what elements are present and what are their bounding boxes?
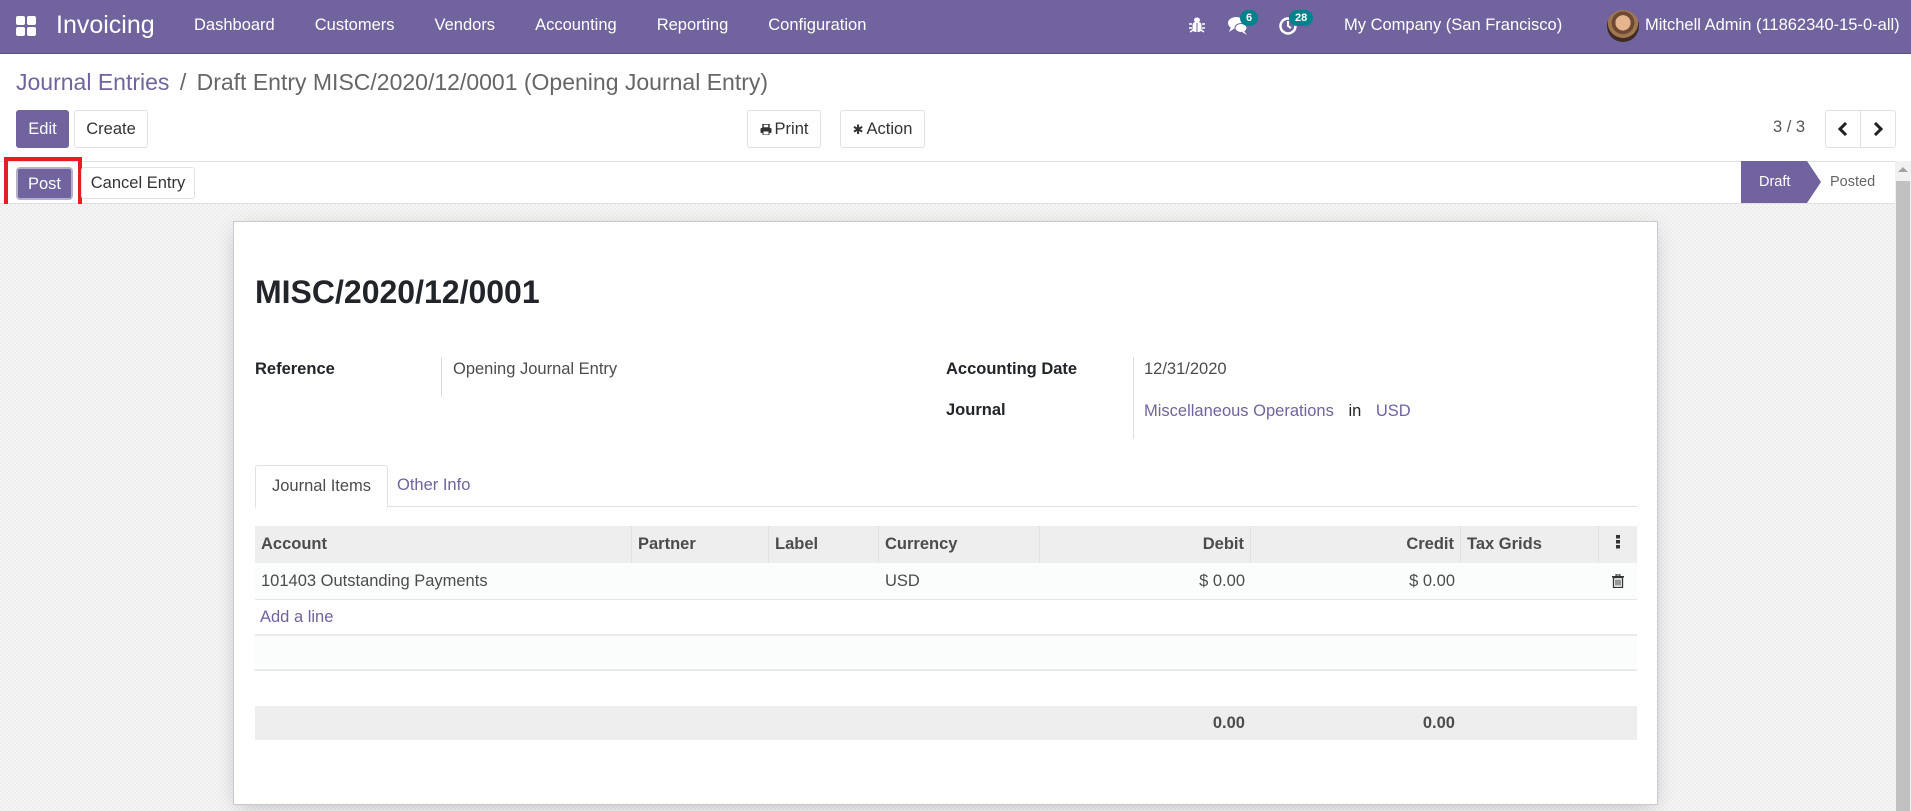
breadcrumb-separator: /	[179, 69, 187, 95]
menu-customers[interactable]: Customers	[295, 0, 415, 54]
chevron-right-icon	[1873, 122, 1883, 136]
breadcrumb-current: Draft Entry MISC/2020/12/0001 (Opening J…	[196, 69, 769, 95]
field-divider	[441, 357, 442, 397]
stage-draft[interactable]: Draft	[1741, 161, 1821, 203]
column-label[interactable]: Label	[769, 526, 879, 563]
reference-label: Reference	[255, 360, 335, 378]
trash-icon	[1612, 573, 1624, 589]
scrollbar-thumb[interactable]	[1896, 181, 1910, 811]
scrollbar[interactable]	[1895, 161, 1911, 811]
chat-badge: 6	[1240, 10, 1259, 26]
optional-columns-toggle[interactable]	[1599, 526, 1637, 563]
menu-vendors[interactable]: Vendors	[415, 0, 516, 54]
menu-reporting[interactable]: Reporting	[637, 0, 749, 54]
top-navbar: Invoicing Dashboard Customers Vendors Ac…	[0, 0, 1911, 54]
cell-credit[interactable]: $ 0.00	[1251, 563, 1461, 599]
total-debit: 0.00	[1212, 714, 1245, 732]
tab-journal-items[interactable]: Journal Items	[255, 465, 389, 508]
menu-dashboard[interactable]: Dashboard	[174, 0, 295, 54]
column-partner[interactable]: Partner	[632, 526, 769, 563]
company-switcher[interactable]: My Company (San Francisco)	[1344, 16, 1562, 35]
user-menu[interactable]: Mitchell Admin (11862340-15-0-all)	[1645, 16, 1900, 35]
cell-currency[interactable]: USD	[879, 563, 1040, 599]
action-button[interactable]: ✱ Action	[840, 110, 925, 148]
cancel-entry-button[interactable]: Cancel Entry	[81, 167, 195, 199]
add-line-link[interactable]: Add a line	[260, 608, 333, 627]
add-line-row: Add a line	[255, 600, 1637, 636]
journal-in-text: in	[1348, 402, 1362, 420]
column-tax-grids[interactable]: Tax Grids	[1461, 526, 1599, 563]
delete-row-button[interactable]	[1599, 563, 1637, 599]
table-spacer	[255, 671, 1637, 706]
document-title: MISC/2020/12/0001	[255, 274, 540, 310]
journal-items-table: Account Partner Label Currency Debit Cre…	[255, 526, 1637, 740]
column-currency[interactable]: Currency	[879, 526, 1040, 563]
tab-other-info[interactable]: Other Info	[381, 465, 486, 507]
empty-row	[255, 636, 1637, 671]
cell-partner[interactable]	[632, 563, 769, 599]
column-account[interactable]: Account	[255, 526, 632, 563]
journal-field: Miscellaneous Operations in USD	[1144, 402, 1411, 421]
scroll-up-arrow-icon[interactable]	[1898, 167, 1908, 172]
gear-icon: ✱	[852, 122, 864, 137]
column-credit[interactable]: Credit	[1251, 526, 1461, 563]
breadcrumb: Journal Entries / Draft Entry MISC/2020/…	[16, 69, 768, 96]
app-name[interactable]: Invoicing	[56, 11, 155, 40]
accounting-date-label: Accounting Date	[946, 360, 1078, 378]
activity-badge: 28	[1289, 10, 1314, 26]
stage-posted[interactable]: Posted	[1830, 161, 1875, 203]
table-header: Account Partner Label Currency Debit Cre…	[255, 526, 1637, 563]
highlight-box	[4, 157, 82, 208]
accounting-date-value: 12/31/2020	[1144, 360, 1227, 378]
table-totals: 0.00 0.00	[255, 706, 1637, 740]
cell-debit[interactable]: $ 0.00	[1040, 563, 1251, 599]
pager-next-button[interactable]	[1860, 110, 1896, 148]
reference-value: Opening Journal Entry	[453, 360, 618, 378]
notebook-tabs: Journal Items Other Info	[255, 465, 1637, 508]
print-button[interactable]: Print	[747, 110, 821, 148]
statusbar	[0, 161, 1895, 204]
apps-grid-icon[interactable]	[16, 16, 36, 36]
journal-label: Journal	[946, 401, 1006, 419]
currency-link[interactable]: USD	[1376, 402, 1411, 420]
cell-account[interactable]: 101403 Outstanding Payments	[255, 563, 632, 599]
total-credit: 0.00	[1422, 714, 1455, 732]
form-sheet: MISC/2020/12/0001 Reference Opening Jour…	[233, 221, 1658, 805]
create-button[interactable]: Create	[74, 110, 148, 148]
edit-button[interactable]: Edit	[16, 110, 69, 148]
pager-value[interactable]: 3 / 3	[1773, 118, 1805, 137]
printer-icon	[760, 123, 772, 136]
column-debit[interactable]: Debit	[1040, 526, 1251, 563]
action-label: Action	[866, 120, 913, 138]
pager-previous-button[interactable]	[1825, 110, 1861, 148]
breadcrumb-journal-entries[interactable]: Journal Entries	[16, 69, 169, 95]
journal-link[interactable]: Miscellaneous Operations	[1144, 402, 1334, 420]
main-menu: Dashboard Customers Vendors Accounting R…	[174, 0, 886, 54]
field-divider	[1133, 357, 1134, 439]
cell-label[interactable]	[769, 563, 879, 599]
print-label: Print	[774, 120, 809, 138]
table-row[interactable]: 101403 Outstanding Payments USD $ 0.00 $…	[255, 563, 1637, 600]
cell-tax-grids[interactable]	[1461, 563, 1599, 599]
kebab-menu-icon	[1616, 535, 1620, 549]
bug-icon[interactable]	[1189, 16, 1205, 34]
menu-accounting[interactable]: Accounting	[515, 0, 637, 54]
chevron-left-icon	[1838, 122, 1848, 136]
menu-configuration[interactable]: Configuration	[748, 0, 886, 54]
user-avatar[interactable]	[1607, 10, 1639, 42]
